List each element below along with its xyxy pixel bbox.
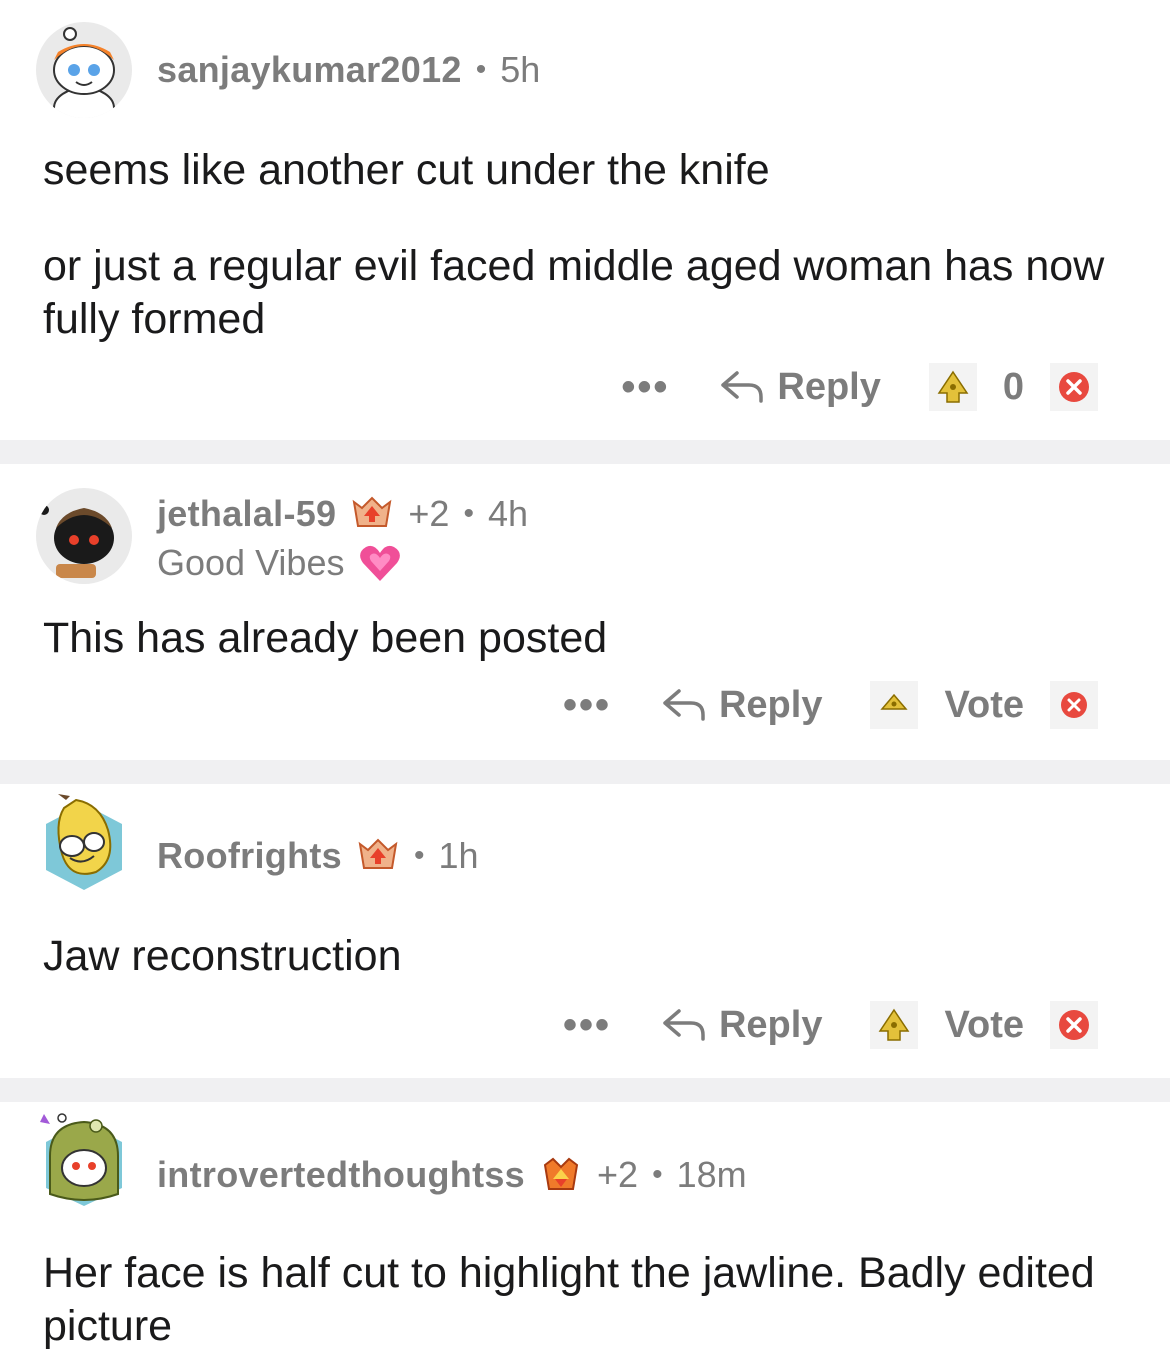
user-avatar[interactable] (36, 1110, 132, 1206)
comment-3: Roofrights • 1h Jaw reconstruction ••• R… (0, 784, 1170, 1078)
timestamp: 5h (500, 49, 541, 90)
separator-dot: • (652, 1158, 663, 1191)
timestamp: 4h (487, 493, 528, 534)
upvote-arrow-icon (880, 693, 909, 710)
timestamp: 1h (438, 835, 479, 876)
user-avatar[interactable] (36, 488, 132, 584)
upvote-button[interactable] (928, 363, 977, 411)
comment-paragraph: seems like another cut under the knife (43, 146, 770, 194)
vote-label: Vote (944, 1003, 1024, 1046)
comment-actions: ••• Reply 0 (621, 362, 1098, 412)
comment-meta: introvertedthoughtss +2 • 18m (157, 1152, 747, 1198)
comment-divider (0, 760, 1170, 784)
separator-dot: • (475, 53, 487, 86)
downvote-button[interactable] (1050, 1001, 1098, 1049)
username[interactable]: Roofrights (157, 835, 342, 877)
comment-divider (0, 440, 1170, 464)
comment-body: This has already been posted (43, 612, 1133, 665)
downvote-icon (1059, 1010, 1089, 1040)
achievement-badge-icon (350, 494, 394, 534)
comment-body: Her face is half cut to highlight the ja… (43, 1247, 1133, 1353)
user-flair: Good Vibes (157, 540, 402, 586)
comment-paragraph: Jaw reconstruction (43, 932, 402, 980)
comment-actions: ••• Reply Vote (563, 680, 1098, 730)
upvote-arrow-icon (879, 1008, 910, 1041)
reply-label: Reply (718, 683, 823, 726)
separator-dot: • (463, 497, 474, 530)
reply-button[interactable]: Reply (661, 1004, 822, 1047)
comment-actions: ••• Reply Vote (563, 1000, 1098, 1050)
comment-meta: sanjaykumar2012 • 5h (157, 48, 540, 92)
reply-arrow-icon (721, 371, 764, 403)
comment-4: introvertedthoughtss +2 • 18m Her face i… (0, 1102, 1170, 1363)
separator-dot: • (413, 839, 425, 872)
comment-body: seems like another cut under the knife o… (43, 144, 1133, 346)
reply-arrow-icon (663, 689, 705, 721)
comment-meta: jethalal-59 +2 • 4h (157, 492, 528, 536)
comment-2: jethalal-59 +2 • 4h Good Vibes This has … (0, 464, 1170, 760)
achievement-badge-icon (539, 1155, 583, 1195)
badge-count: +2 (597, 1154, 639, 1195)
timestamp: 18m (676, 1154, 747, 1195)
achievement-badge-icon (356, 836, 400, 876)
comment-1: sanjaykumar2012 • 5h seems like another … (0, 0, 1170, 440)
username[interactable]: sanjaykumar2012 (157, 49, 462, 91)
upvote-button[interactable] (870, 681, 919, 729)
reply-arrow-icon (663, 1009, 705, 1041)
more-options-button[interactable]: ••• (621, 367, 669, 407)
comment-divider (0, 1078, 1170, 1102)
reply-label: Reply (777, 365, 881, 408)
flair-text: Good Vibes (157, 542, 345, 583)
vote-label: Vote (944, 683, 1024, 726)
more-options-button[interactable]: ••• (563, 685, 611, 725)
reply-label: Reply (718, 1003, 823, 1046)
username[interactable]: introvertedthoughtss (157, 1154, 525, 1196)
user-avatar[interactable] (36, 22, 132, 118)
downvote-button[interactable] (1050, 363, 1098, 411)
growing-heart-icon (358, 541, 402, 585)
comment-body: Jaw reconstruction (43, 930, 1133, 983)
upvote-button[interactable] (870, 1001, 919, 1049)
username[interactable]: jethalal-59 (157, 493, 336, 535)
downvote-button[interactable] (1050, 681, 1098, 729)
comment-paragraph: This has already been posted (43, 614, 608, 662)
vote-count: 0 (1002, 365, 1024, 408)
reply-button[interactable]: Reply (719, 365, 881, 409)
downvote-icon (1059, 372, 1089, 402)
downvote-icon (1061, 692, 1087, 718)
user-avatar[interactable] (36, 794, 132, 890)
upvote-arrow-icon (937, 370, 969, 403)
comment-meta: Roofrights • 1h (157, 834, 479, 878)
comment-paragraph: Her face is half cut to highlight the ja… (43, 1249, 1095, 1350)
more-options-button[interactable]: ••• (563, 1005, 611, 1045)
comment-paragraph: or just a regular evil faced middle aged… (43, 242, 1105, 343)
badge-count: +2 (408, 493, 450, 534)
reply-button[interactable]: Reply (661, 684, 822, 727)
